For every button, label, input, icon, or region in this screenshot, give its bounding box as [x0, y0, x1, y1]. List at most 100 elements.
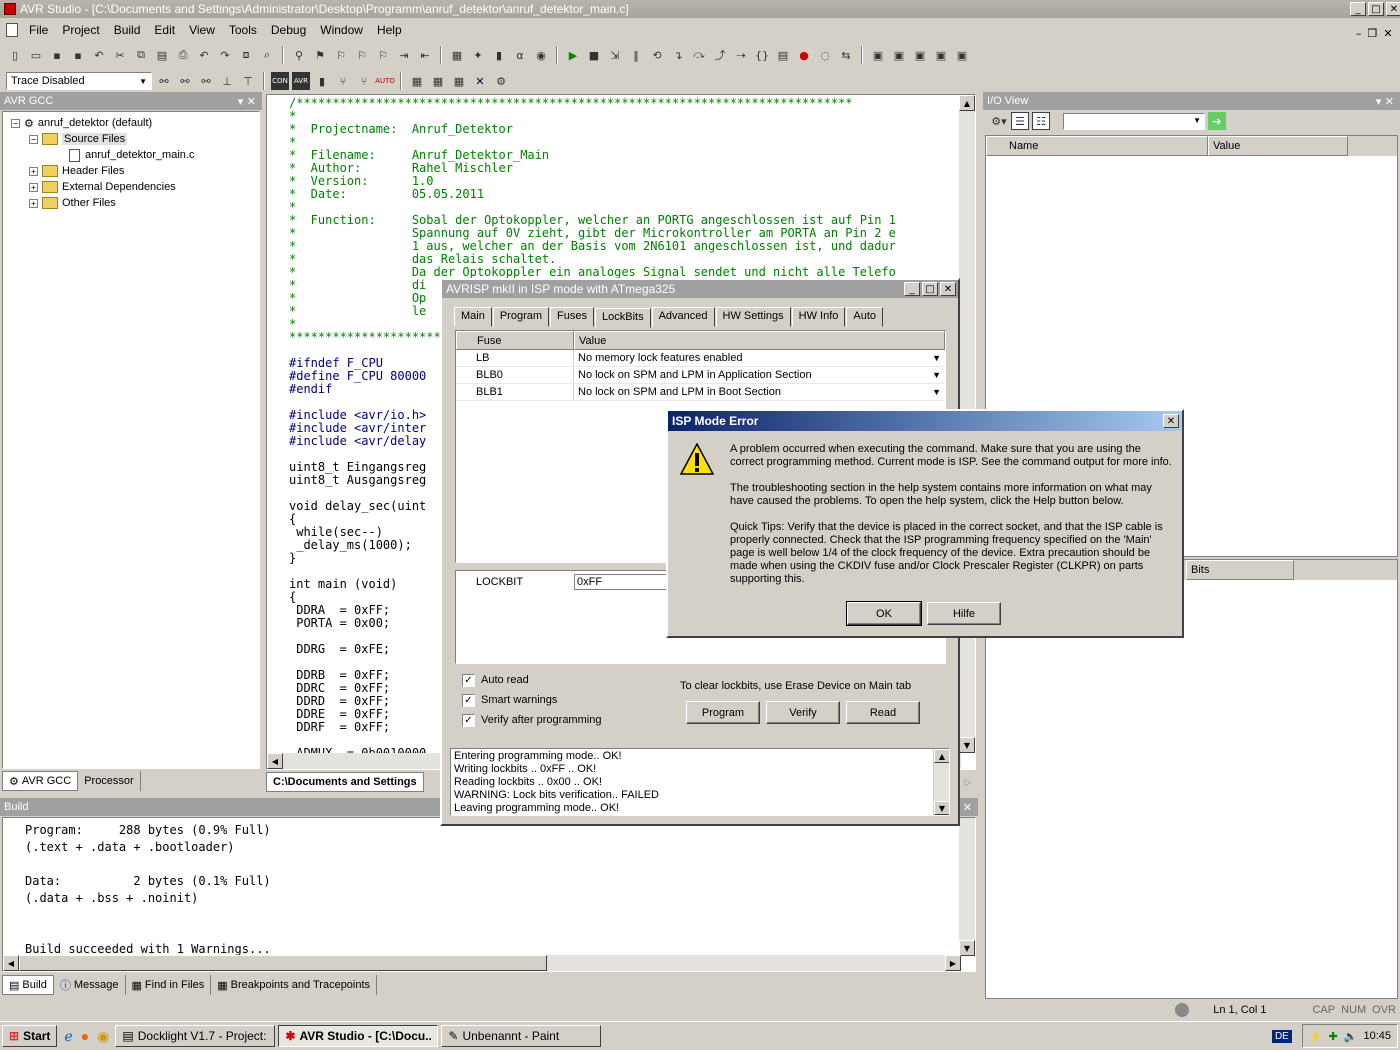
tree-header-files[interactable]: + Header Files [11, 163, 259, 179]
indent-icon[interactable]: ⇥ [395, 46, 413, 64]
media-player-icon[interactable]: ◉ [97, 1028, 109, 1045]
tree-other-files[interactable]: + Other Files [11, 195, 259, 211]
ie-icon[interactable]: ℯ [64, 1028, 72, 1045]
checkbox-checked-icon[interactable]: ✓ [462, 693, 475, 707]
trace-icon-4[interactable]: ⊥ [218, 72, 236, 90]
tree-project-root[interactable]: − ⚙ anruf_detektor (default) [11, 115, 259, 131]
go-arrow-icon[interactable]: ➔ [1208, 112, 1226, 130]
save-all-icon[interactable]: ▪ [69, 46, 87, 64]
bookmark-prev-icon[interactable]: ⚐ [353, 46, 371, 64]
trace-select[interactable]: Trace Disabled ▼ [6, 72, 152, 90]
step-over-icon[interactable]: ⤼ [690, 46, 708, 64]
undo2-icon[interactable]: ↶ [195, 46, 213, 64]
tab-scroll-right-icon[interactable]: ▷ [960, 772, 976, 792]
stop-icon[interactable]: ■ [585, 46, 603, 64]
close-icon[interactable]: ✕ [940, 282, 956, 296]
branch-icon[interactable]: ⑂ [334, 72, 352, 90]
tree-external-deps[interactable]: + External Dependencies [11, 179, 259, 195]
tab-fuses[interactable]: Fuses [550, 307, 594, 327]
panel-pin-close-icon[interactable]: ▾ ✕ [238, 95, 256, 108]
bookmark-clear-icon[interactable]: ⚐ [374, 46, 392, 64]
braces-icon[interactable]: {} [753, 46, 771, 64]
firefox-icon[interactable]: ● [81, 1028, 89, 1044]
branch2-icon[interactable]: ⑂ [355, 72, 373, 90]
auto-icon[interactable]: AUTO [375, 72, 395, 90]
program-button[interactable]: Program [686, 701, 760, 724]
io-col-bits[interactable]: Bits [1186, 560, 1294, 580]
tab-breakpoints[interactable]: ▦ Breakpoints and Tracepoints [211, 975, 378, 995]
view-icon-4[interactable]: ▣ [932, 46, 950, 64]
tools-icon[interactable]: ✦ [469, 46, 487, 64]
smart-warnings-checkbox[interactable]: ✓ Smart warnings [462, 690, 601, 710]
view-icon-5[interactable]: ▣ [953, 46, 971, 64]
io-filter-icon[interactable]: ⚙▾ [990, 112, 1008, 130]
tray-security-icon[interactable]: ✚ [1329, 1030, 1338, 1043]
build-hscrollbar[interactable]: ◀ ▶ [3, 955, 961, 971]
scroll-left-icon[interactable]: ◀ [267, 753, 283, 769]
scroll-up-icon[interactable]: ▲ [934, 749, 949, 763]
dropdown-arrow-icon[interactable]: ▼ [932, 387, 941, 397]
tool-icon-b[interactable]: ▦ [429, 72, 447, 90]
step-out-icon[interactable]: ⤴ [711, 46, 729, 64]
start-button[interactable]: ⊞ Start [2, 1025, 58, 1047]
io-col-value[interactable]: Value [1208, 136, 1348, 156]
mdi-controls[interactable]: –❐✕ [1356, 27, 1399, 40]
minimize-icon[interactable]: _ [1350, 2, 1366, 16]
copy-icon[interactable]: ⧉ [132, 46, 150, 64]
dropdown-arrow-icon[interactable]: ▼ [932, 370, 941, 380]
tab-auto[interactable]: Auto [846, 307, 884, 327]
checkbox-checked-icon[interactable]: ✓ [462, 673, 475, 687]
close-icon[interactable]: ✕ [963, 801, 972, 814]
tree-main-file[interactable]: anruf_detektor_main.c [11, 147, 259, 163]
scroll-right-icon[interactable]: ▶ [945, 955, 961, 971]
tree-source-files[interactable]: − Source Files [11, 131, 259, 147]
trace-icon-3[interactable]: ⚯ [197, 72, 215, 90]
expand-icon[interactable]: + [29, 182, 38, 192]
menu-debug[interactable]: Debug [264, 23, 313, 37]
trace-icon-2[interactable]: ⚯ [176, 72, 194, 90]
bookmark-icon[interactable]: ⚑ [311, 46, 329, 64]
save-icon[interactable]: ▪ [48, 46, 66, 64]
maximize-icon[interactable]: □ [922, 282, 938, 296]
view-icon-1[interactable]: ▣ [869, 46, 887, 64]
scroll-down-icon[interactable]: ▼ [959, 737, 975, 753]
checkbox-checked-icon[interactable]: ✓ [462, 713, 475, 727]
windows-icon[interactable]: ⧈ [237, 46, 255, 64]
tray-network-icon[interactable]: ⚡ [1309, 1030, 1323, 1043]
con-button-icon[interactable]: CON [271, 72, 289, 90]
tab-hw-settings[interactable]: HW Settings [715, 307, 791, 327]
io-list-view-icon[interactable]: ☷ [1032, 112, 1050, 130]
hscroll-thumb[interactable] [19, 955, 547, 971]
help-button[interactable]: Hilfe [927, 602, 1001, 625]
minimize-icon[interactable]: _ [904, 282, 920, 296]
emu-icon[interactable]: ◉ [532, 46, 550, 64]
menu-help[interactable]: Help [370, 23, 409, 37]
tray-volume-icon[interactable]: 🔈 [1344, 1030, 1358, 1043]
run-icon[interactable]: ▶ [564, 46, 582, 64]
task-avr-studio[interactable]: ✱ AVR Studio - [C:\Docu... [278, 1025, 439, 1047]
tab-program[interactable]: Program [492, 307, 550, 327]
verify-button[interactable]: Verify [766, 701, 840, 724]
view-icon-3[interactable]: ▣ [911, 46, 929, 64]
undo-icon[interactable]: ↶ [90, 46, 108, 64]
menu-project[interactable]: Project [55, 23, 106, 37]
tab-editor-file[interactable]: C:\Documents and Settings [266, 772, 424, 792]
tool-gear-icon[interactable]: ⚙ [492, 72, 510, 90]
paste-icon[interactable]: ▤ [153, 46, 171, 64]
watch-icon[interactable]: ⇆ [837, 46, 855, 64]
lockbit-row-blb1[interactable]: BLB1 No lock on SPM and LPM in Boot Secti… [456, 384, 945, 401]
view-icon-2[interactable]: ▣ [890, 46, 908, 64]
tool-icon-a[interactable]: ▦ [408, 72, 426, 90]
binoculars-icon[interactable]: ⚲ [290, 46, 308, 64]
lockbit-row-blb0[interactable]: BLB0 No lock on SPM and LPM in Applicatio… [456, 367, 945, 384]
cut-icon[interactable]: ✂ [111, 46, 129, 64]
bookmark-next-icon[interactable]: ⚐ [332, 46, 350, 64]
tool-x-icon[interactable]: ✕ [471, 72, 489, 90]
lockbit-row-lb[interactable]: LB No memory lock features enabled ▼ [456, 350, 945, 367]
menu-edit[interactable]: Edit [147, 23, 182, 37]
scroll-up-icon[interactable]: ▲ [959, 95, 975, 111]
new-file-icon[interactable]: ▯ [6, 46, 24, 64]
trace-icon-5[interactable]: ⊤ [239, 72, 257, 90]
build-vscrollbar[interactable]: ▼ [959, 818, 975, 956]
avr-button-icon[interactable]: AVR [292, 72, 310, 90]
